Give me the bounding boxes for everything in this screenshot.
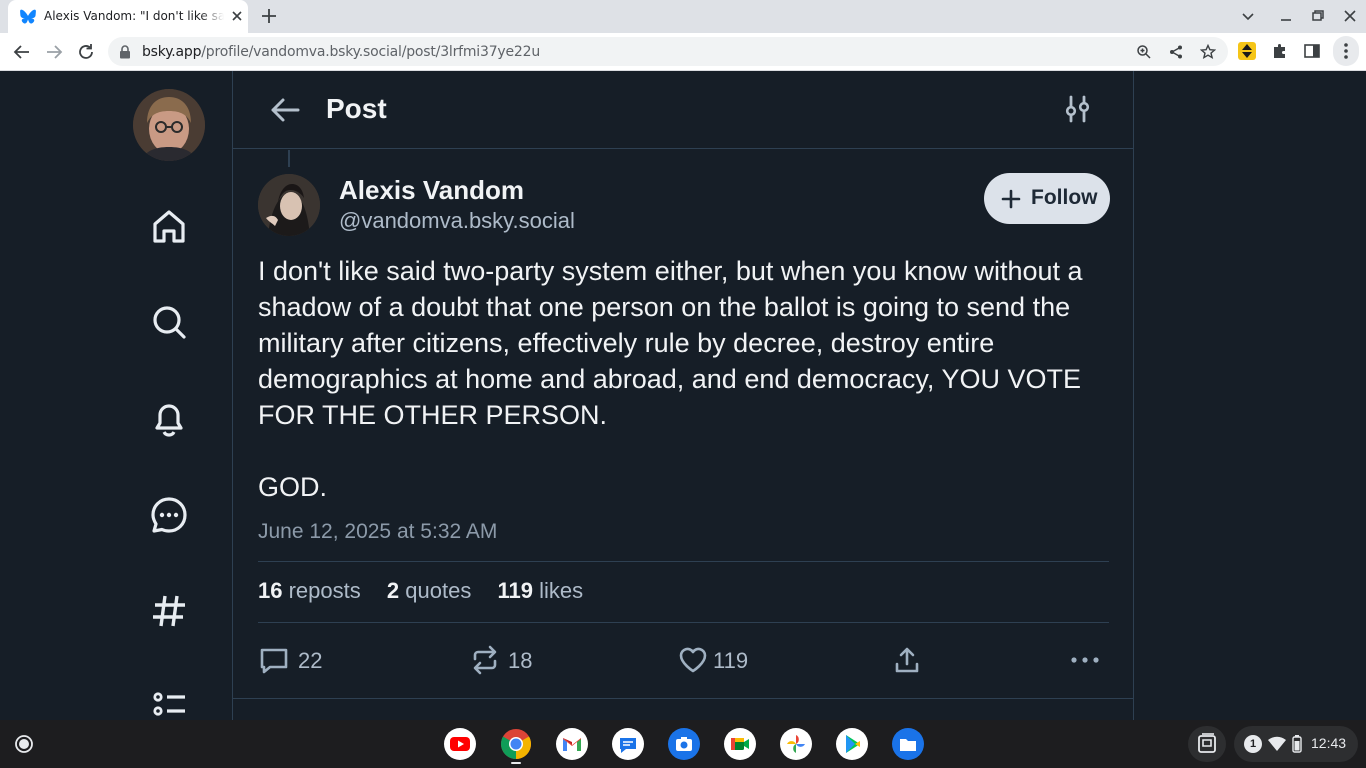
post-timestamp[interactable]: June 12, 2025 at 5:32 AM [258,520,497,544]
likes-stat[interactable]: 119 likes [497,578,583,603]
thread-settings-icon[interactable] [1065,95,1091,123]
lock-icon[interactable] [119,45,131,59]
address-bar[interactable]: bsky.app/profile/vandomva.bsky.social/po… [108,37,1228,66]
post-body: I don't like said two-party system eithe… [258,253,1118,505]
zoom-icon[interactable] [1136,44,1152,60]
post-text-paragraph: I don't like said two-party system eithe… [258,256,1083,430]
launcher-icon[interactable] [8,728,40,760]
close-tab-icon[interactable] [230,9,244,23]
bluesky-butterfly-icon [20,8,36,24]
new-tab-icon[interactable] [260,7,278,25]
url-text[interactable]: bsky.app/profile/vandomva.bsky.social/po… [142,44,540,60]
back-arrow-icon[interactable] [269,97,301,123]
likes-count: 119 [497,578,533,603]
plus-icon [1001,189,1021,209]
divider [233,698,1133,699]
url-path: /profile/vandomva.bsky.social/post/3lrfm… [201,44,540,60]
reposts-label: reposts [288,578,361,603]
battery-icon [1292,735,1302,753]
wifi-icon [1268,736,1286,752]
browser-toolbar: bsky.app/profile/vandomva.bsky.social/po… [0,33,1366,71]
messages-icon[interactable] [612,728,644,760]
follow-button[interactable]: Follow [984,173,1110,224]
ellipsis-icon [1069,644,1101,676]
browser-tab-strip: Alexis Vandom: "I don't like said two-pa… [0,0,1366,33]
os-shelf: 1 12:43 [0,720,1366,768]
camera-icon[interactable] [668,728,700,760]
repost-button[interactable]: 18 [469,644,549,676]
back-icon[interactable] [12,42,32,62]
gmail-icon[interactable] [556,728,588,760]
main-column: Post Alexis Vandom @vandomva.bsky.social… [232,71,1134,720]
tab-title: Alexis Vandom: "I don't like said two-pa… [44,9,224,23]
meet-icon[interactable] [724,728,756,760]
thread-connector-line [288,150,290,167]
post-header: Post [233,71,1133,149]
reload-icon[interactable] [76,42,96,62]
tote-icon[interactable] [1188,726,1226,762]
search-icon[interactable] [148,301,190,343]
my-avatar[interactable] [133,89,205,161]
reply-button[interactable]: 22 [258,644,338,676]
photos-icon[interactable] [780,728,812,760]
follow-label: Follow [1031,186,1098,209]
reposts-count: 16 [258,578,283,603]
url-host: bsky.app [142,44,202,60]
chrome-icon[interactable] [500,728,532,760]
author-avatar[interactable] [258,174,320,236]
post-stats: 16 reposts 2 quotes 119 likes [258,578,603,604]
likes-label: likes [539,578,584,603]
author-handle[interactable]: @vandomva.bsky.social [339,208,575,234]
like-count: 119 [713,648,749,673]
extension-icon[interactable] [1238,42,1256,60]
divider [258,622,1109,623]
share-icon[interactable] [1168,44,1184,60]
upload-share-icon [891,644,923,676]
chat-icon[interactable] [148,494,190,536]
author-name[interactable]: Alexis Vandom [339,175,524,206]
star-icon[interactable] [1200,44,1216,60]
bell-icon[interactable] [148,397,190,439]
hashtag-icon[interactable] [148,590,190,632]
repost-count: 18 [508,648,533,673]
close-window-icon[interactable] [1342,8,1358,24]
youtube-icon[interactable] [444,728,476,760]
quotes-stat[interactable]: 2 quotes [387,578,471,603]
page-title: Post [326,93,387,124]
post-text-paragraph: GOD. [258,472,328,502]
menu-icon[interactable] [1333,36,1359,66]
share-button[interactable] [891,644,923,676]
minimize-icon[interactable] [1278,8,1294,24]
divider [258,561,1109,562]
reply-count: 22 [298,648,323,673]
quotes-label: quotes [405,578,472,603]
home-icon[interactable] [148,205,190,247]
files-icon[interactable] [892,728,924,760]
quotes-count: 2 [386,578,400,603]
forward-icon[interactable] [44,42,64,62]
restore-icon[interactable] [1310,8,1326,24]
clock: 12:43 [1311,735,1347,751]
lists-icon[interactable] [148,685,190,720]
play-store-icon[interactable] [836,728,868,760]
notification-badge: 1 [1244,735,1262,753]
reposts-stat[interactable]: 16 reposts [258,578,361,603]
puzzle-icon[interactable] [1271,42,1289,60]
tab-search-icon[interactable] [1240,8,1256,24]
side-panel-icon[interactable] [1303,42,1321,60]
bluesky-app: Post Alexis Vandom @vandomva.bsky.social… [0,71,1366,720]
browser-tab[interactable]: Alexis Vandom: "I don't like said two-pa… [8,0,248,33]
active-app-indicator [511,762,521,764]
status-tray[interactable]: 1 12:43 [1234,726,1358,762]
more-options-button[interactable] [1069,644,1101,676]
like-button[interactable]: 119 [677,644,757,676]
